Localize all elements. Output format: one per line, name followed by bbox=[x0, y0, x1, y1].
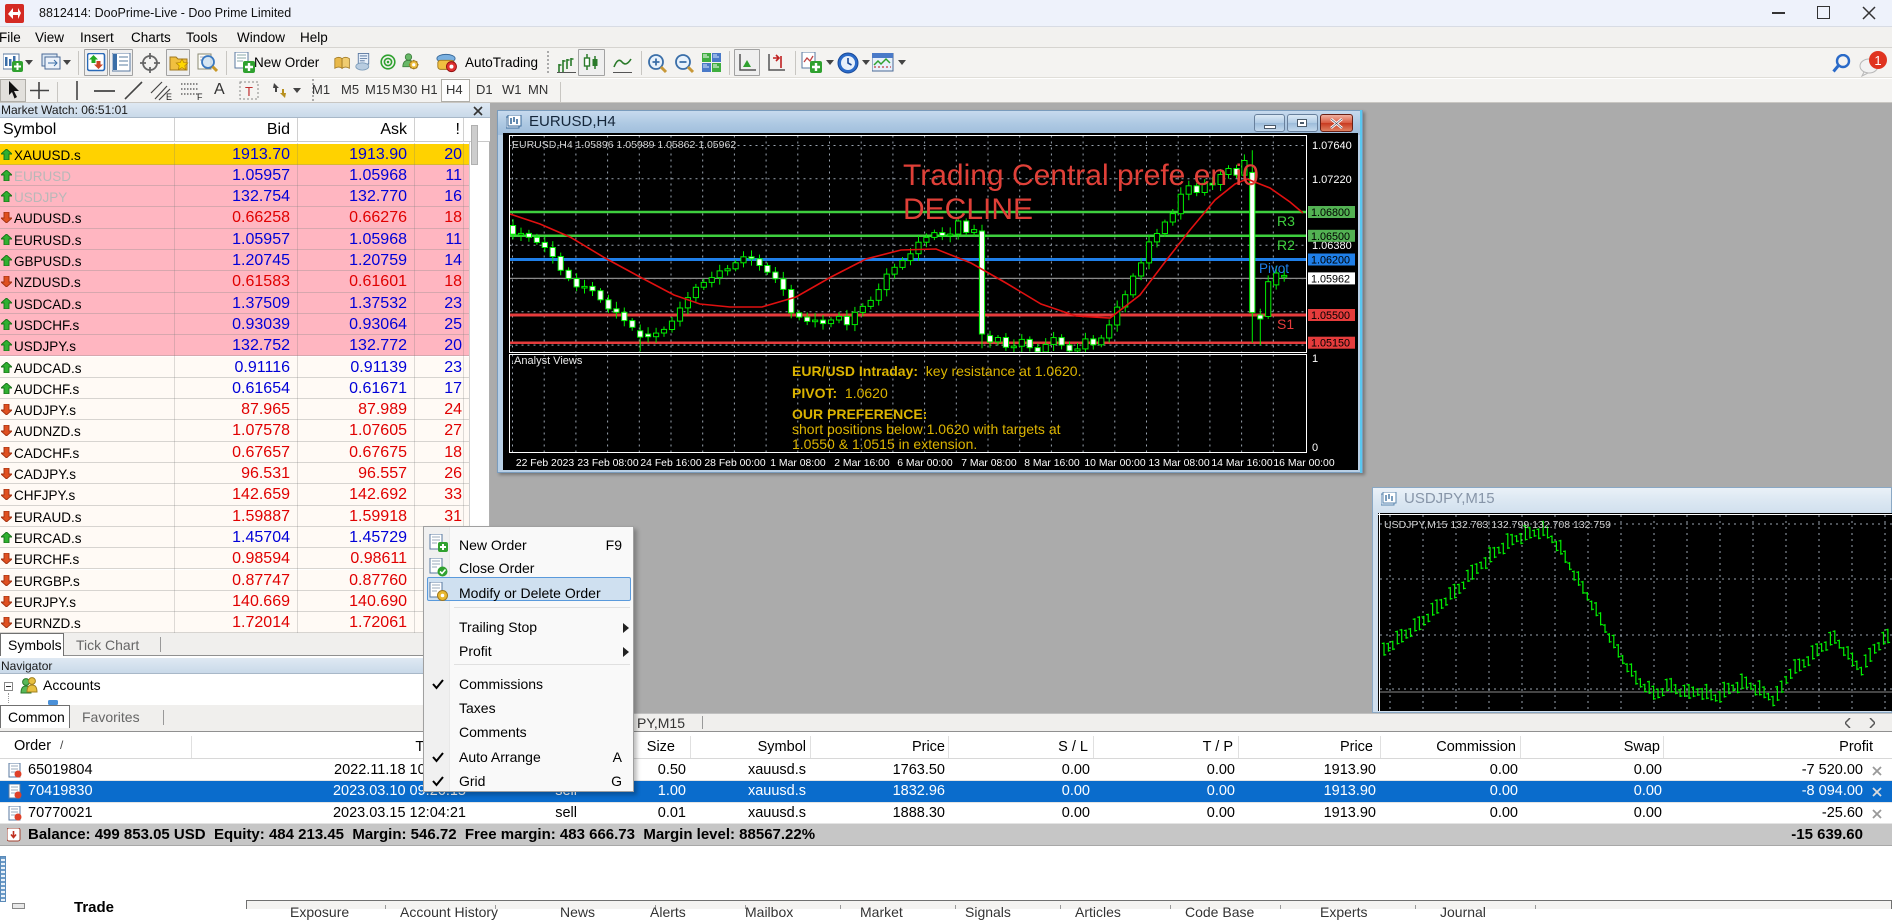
svg-text:1.06800: 1.06800 bbox=[1311, 207, 1350, 219]
svg-text:8 Mar 16:00: 8 Mar 16:00 bbox=[1024, 458, 1080, 469]
svg-text:EURUSD,H4 1.05896 1.05989 1.0: EURUSD,H4 1.05896 1.05989 1.05862 1.0596… bbox=[512, 139, 736, 151]
svg-text:Trading Central prefe en i0: Trading Central prefe en i0 bbox=[903, 159, 1259, 192]
svg-text:EUR/USD Intraday: key resista: EUR/USD Intraday: key resistance at 1.06… bbox=[792, 363, 1081, 379]
svg-text:.Analyst Views: .Analyst Views bbox=[511, 355, 583, 367]
svg-text:1.06500: 1.06500 bbox=[1311, 231, 1350, 243]
svg-text:10 Mar 00:00: 10 Mar 00:00 bbox=[1084, 458, 1145, 469]
svg-text:1.05962: 1.05962 bbox=[1311, 273, 1350, 285]
svg-text:1.0550 & 1.0515 in extension.: 1.0550 & 1.0515 in extension. bbox=[792, 436, 977, 452]
svg-text:22 Feb 2023: 22 Feb 2023 bbox=[516, 458, 575, 469]
svg-text:R2: R2 bbox=[1277, 237, 1295, 253]
svg-text:14 Mar 16:00: 14 Mar 16:00 bbox=[1211, 458, 1272, 469]
svg-text:OUR PREFERENCE:: OUR PREFERENCE: bbox=[792, 406, 927, 422]
svg-text:R3: R3 bbox=[1277, 213, 1295, 229]
svg-text:DECLINE: DECLINE bbox=[903, 193, 1033, 226]
svg-text:13 Mar 08:00: 13 Mar 08:00 bbox=[1148, 458, 1209, 469]
svg-text:1.06200: 1.06200 bbox=[1311, 255, 1350, 267]
svg-text:E: E bbox=[166, 92, 172, 101]
svg-text:USDJPY,M15 132.783 132.799 13: USDJPY,M15 132.783 132.799 132.708 132.7… bbox=[1384, 519, 1611, 531]
svg-text:23 Feb 08:00: 23 Feb 08:00 bbox=[577, 458, 638, 469]
svg-text:16 Mar 00:00: 16 Mar 00:00 bbox=[1273, 458, 1334, 469]
svg-text:6 Mar 00:00: 6 Mar 00:00 bbox=[897, 458, 953, 469]
svg-text:1: 1 bbox=[1874, 53, 1881, 68]
svg-text:7 Mar 08:00: 7 Mar 08:00 bbox=[961, 458, 1017, 469]
svg-text:2 Mar 16:00: 2 Mar 16:00 bbox=[834, 458, 890, 469]
svg-text:1.07220: 1.07220 bbox=[1312, 174, 1352, 186]
svg-text:1.05500: 1.05500 bbox=[1311, 310, 1350, 322]
svg-text:short positions below 1.0620 w: short positions below 1.0620 with target… bbox=[792, 421, 1061, 437]
svg-text:T: T bbox=[245, 84, 253, 99]
svg-text:1.05150: 1.05150 bbox=[1311, 338, 1350, 350]
svg-text:PIVOT: 1.0620: PIVOT: 1.0620 bbox=[792, 385, 888, 401]
svg-text:24 Feb 16:00: 24 Feb 16:00 bbox=[640, 458, 701, 469]
svg-text:28 Feb 00:00: 28 Feb 00:00 bbox=[704, 458, 765, 469]
svg-text:F: F bbox=[197, 92, 203, 101]
svg-text:1.07640: 1.07640 bbox=[1312, 140, 1352, 152]
svg-text:1 Mar 08:00: 1 Mar 08:00 bbox=[770, 458, 826, 469]
svg-text:1: 1 bbox=[1312, 353, 1318, 365]
svg-text:0: 0 bbox=[1312, 442, 1318, 454]
svg-text:Pivot: Pivot bbox=[1259, 261, 1289, 276]
svg-text:S1: S1 bbox=[1277, 316, 1294, 332]
